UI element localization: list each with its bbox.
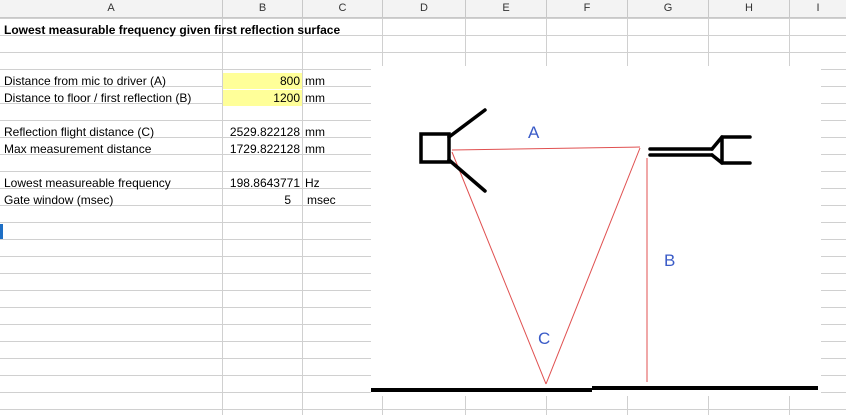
reflection-path-up-line bbox=[545, 147, 641, 385]
diagram-lines bbox=[451, 146, 648, 385]
reflection-path-down-line bbox=[451, 151, 547, 385]
direct-path-line bbox=[451, 146, 641, 151]
microphone-icon bbox=[648, 135, 752, 165]
diagram-label-c: C bbox=[538, 329, 550, 348]
reflection-diagram[interactable]: A B C bbox=[0, 0, 846, 415]
diagram-label-a: A bbox=[528, 123, 540, 142]
speaker-driver-icon bbox=[419, 108, 487, 193]
diagram-label-b: B bbox=[664, 251, 675, 270]
floor-surface bbox=[371, 386, 818, 392]
